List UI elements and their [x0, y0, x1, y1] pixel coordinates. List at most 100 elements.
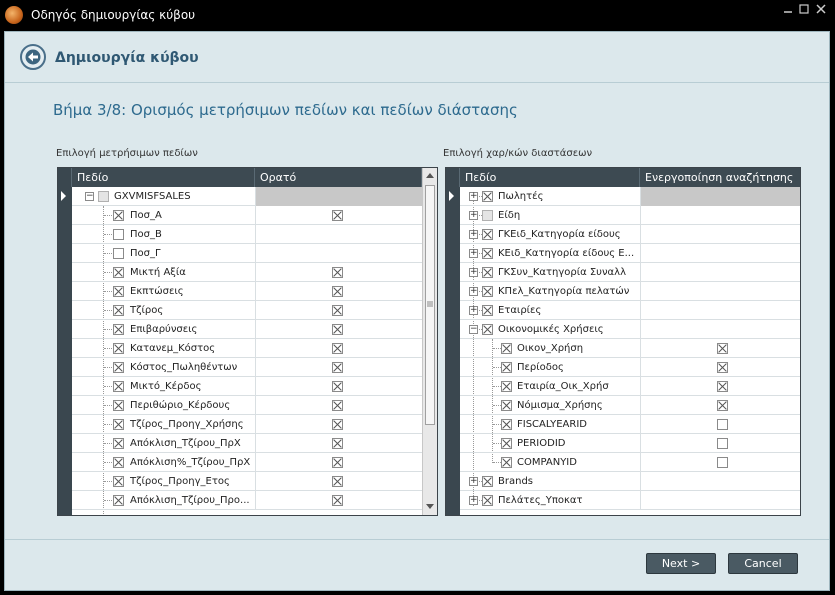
expand-icon[interactable]: + — [469, 496, 478, 505]
visible-checkbox[interactable] — [332, 400, 343, 411]
dimension-checkbox[interactable] — [482, 248, 493, 259]
search-checkbox[interactable] — [717, 400, 728, 411]
dimension-checkbox[interactable] — [482, 229, 493, 240]
scrollbar-thumb[interactable] — [425, 185, 435, 425]
dimension-checkbox[interactable] — [482, 476, 493, 487]
dimension-row[interactable]: + ΓΚΕιδ_Κατηγορία είδους — [460, 225, 800, 244]
search-cell[interactable] — [640, 187, 800, 206]
measure-checkbox[interactable] — [113, 362, 124, 373]
expand-icon[interactable]: + — [469, 268, 478, 277]
search-cell[interactable] — [640, 434, 800, 453]
search-cell[interactable] — [640, 377, 800, 396]
dimension-row[interactable]: PERIODID — [460, 434, 800, 453]
measure-row[interactable]: Επιβαρύνσεις — [72, 320, 422, 339]
measure-checkbox[interactable] — [113, 210, 124, 221]
search-cell[interactable] — [640, 339, 800, 358]
measure-row[interactable]: Μικτή Αξία — [72, 263, 422, 282]
visible-checkbox[interactable] — [332, 495, 343, 506]
measure-row[interactable]: Απόκλιση%_Τζίρου_ΠρΧ — [72, 453, 422, 472]
measure-checkbox[interactable] — [113, 419, 124, 430]
visible-checkbox[interactable] — [332, 267, 343, 278]
dimension-checkbox[interactable] — [501, 362, 512, 373]
search-cell[interactable] — [640, 206, 800, 225]
measure-checkbox[interactable] — [113, 343, 124, 354]
dimension-row[interactable]: Εταιρία_Οικ_Χρήσ — [460, 377, 800, 396]
search-cell[interactable] — [640, 225, 800, 244]
visible-checkbox[interactable] — [332, 286, 343, 297]
measure-checkbox[interactable] — [113, 324, 124, 335]
cancel-button[interactable]: Cancel — [728, 553, 798, 574]
visible-cell[interactable] — [255, 263, 422, 282]
dimensions-grid[interactable]: Πεδίο Ενεργοποίηση αναζήτησης + Πωλητές + Ε… — [445, 167, 801, 516]
visible-cell[interactable] — [255, 396, 422, 415]
measure-row[interactable]: Απόκλιση_Τζίρου_ΠρΧ — [72, 434, 422, 453]
measure-row[interactable]: Μικτό_Κέρδος — [72, 377, 422, 396]
measure-checkbox[interactable] — [113, 267, 124, 278]
measures-grid[interactable]: Πεδίο Ορατό − GXVMISFSALES Ποσ_Α Ποσ_Β Ποσ_Γ… — [57, 167, 438, 516]
measure-row[interactable]: Εκπτώσεις — [72, 282, 422, 301]
measure-row[interactable]: Κόστος_Πωληθέντων — [72, 358, 422, 377]
search-cell[interactable] — [640, 320, 800, 339]
search-cell[interactable] — [640, 396, 800, 415]
search-cell[interactable] — [640, 415, 800, 434]
visible-checkbox[interactable] — [332, 419, 343, 430]
search-checkbox[interactable] — [717, 419, 728, 430]
measure-row[interactable]: Απόκλιση_Τζίρου_Προ... — [72, 491, 422, 510]
search-cell[interactable] — [640, 301, 800, 320]
search-checkbox[interactable] — [717, 343, 728, 354]
expand-icon[interactable]: + — [469, 287, 478, 296]
next-button[interactable]: Next > — [646, 553, 716, 574]
dimension-checkbox[interactable] — [482, 286, 493, 297]
visible-cell[interactable] — [255, 491, 422, 510]
measure-checkbox[interactable] — [113, 381, 124, 392]
search-checkbox[interactable] — [717, 381, 728, 392]
dimension-checkbox[interactable] — [482, 324, 493, 335]
expand-icon[interactable]: + — [469, 249, 478, 258]
visible-cell[interactable] — [255, 472, 422, 491]
visible-cell[interactable] — [255, 415, 422, 434]
visible-checkbox[interactable] — [332, 476, 343, 487]
dimension-row[interactable]: COMPANYID — [460, 453, 800, 472]
column-header-field[interactable]: Πεδίο — [460, 168, 640, 187]
visible-checkbox[interactable] — [332, 381, 343, 392]
dimension-row[interactable]: + Brands — [460, 472, 800, 491]
visible-cell[interactable] — [255, 301, 422, 320]
visible-cell[interactable] — [255, 282, 422, 301]
visible-checkbox[interactable] — [332, 362, 343, 373]
measure-checkbox[interactable] — [113, 438, 124, 449]
root-checkbox[interactable] — [98, 191, 109, 202]
visible-cell[interactable] — [255, 377, 422, 396]
dimension-row[interactable]: + Εταιρίες — [460, 301, 800, 320]
tree-root-row[interactable]: − GXVMISFSALES — [61, 187, 422, 206]
visible-cell[interactable] — [255, 225, 422, 244]
dimension-checkbox[interactable] — [501, 400, 512, 411]
visible-cell[interactable] — [255, 453, 422, 472]
dimension-checkbox[interactable] — [501, 343, 512, 354]
column-header-field[interactable]: Πεδίο — [72, 168, 255, 187]
dimension-checkbox[interactable] — [482, 191, 493, 202]
visible-cell[interactable] — [255, 320, 422, 339]
collapse-icon[interactable]: − — [85, 192, 94, 201]
dimension-row[interactable]: Οικον_Χρήση — [460, 339, 800, 358]
dimension-row[interactable]: + Είδη — [460, 206, 800, 225]
expand-icon[interactable]: + — [469, 306, 478, 315]
search-cell[interactable] — [640, 358, 800, 377]
dimension-checkbox[interactable] — [501, 457, 512, 468]
dimension-checkbox[interactable] — [482, 210, 493, 221]
visible-checkbox[interactable] — [332, 324, 343, 335]
measure-checkbox[interactable] — [113, 229, 124, 240]
expand-icon[interactable]: + — [469, 192, 478, 201]
measure-checkbox[interactable] — [113, 495, 124, 506]
dimension-row[interactable]: + ΓΚΣυν_Κατηγορία Συναλλ — [460, 263, 800, 282]
search-cell[interactable] — [640, 453, 800, 472]
visible-cell[interactable] — [255, 206, 422, 225]
dimension-checkbox[interactable] — [482, 495, 493, 506]
visible-checkbox[interactable] — [332, 438, 343, 449]
measure-checkbox[interactable] — [113, 286, 124, 297]
expand-icon[interactable]: + — [469, 230, 478, 239]
dimension-checkbox[interactable] — [501, 381, 512, 392]
scroll-down-icon[interactable] — [426, 504, 434, 509]
dimension-checkbox[interactable] — [501, 438, 512, 449]
search-cell[interactable] — [640, 491, 800, 510]
measure-row[interactable]: Ποσ_Α — [72, 206, 422, 225]
